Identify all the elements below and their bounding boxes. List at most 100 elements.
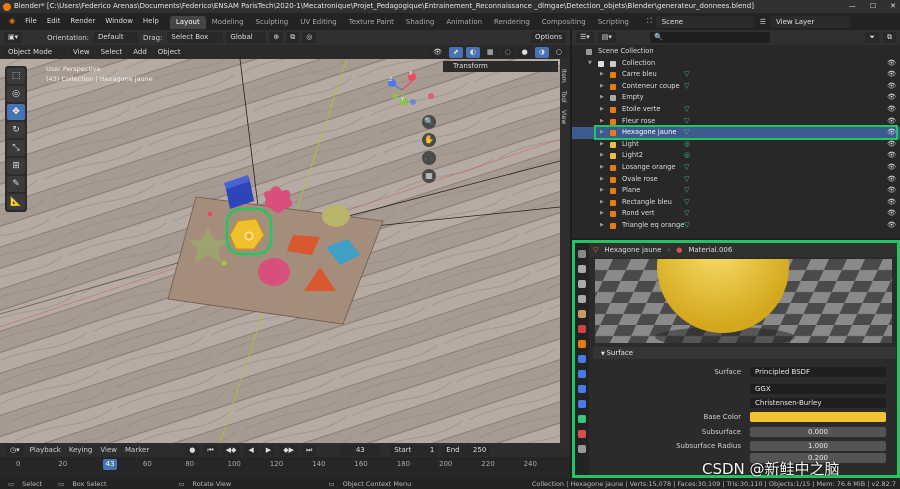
expand-arrow-icon[interactable]: ▶ (600, 208, 604, 220)
playback-menu[interactable]: Playback (28, 446, 63, 454)
visibility-icon[interactable]: 👁 (429, 46, 446, 58)
scale-tool-icon[interactable]: ⤡ (7, 140, 25, 156)
tool-props-icon[interactable] (578, 250, 586, 258)
tab-modeling[interactable]: Modeling (206, 16, 250, 29)
visibility-eye-icon[interactable]: 👁 (887, 220, 896, 232)
object-data-icon[interactable]: ▽ (684, 69, 689, 81)
output-props-icon[interactable] (578, 280, 586, 288)
menu-window[interactable]: Window (100, 13, 138, 30)
expand-arrow-icon[interactable]: ▶ (600, 69, 604, 81)
frame-start-field[interactable]: Start 1 (390, 444, 439, 456)
pan-hand-icon[interactable]: ✋ (422, 133, 436, 147)
object-props-icon[interactable] (578, 340, 586, 348)
outliner-row[interactable]: ▶ Losange orange ▽ 👁 (572, 162, 900, 174)
scene-icon[interactable]: ⛶ (647, 17, 652, 26)
prev-key-icon[interactable]: ◀◆ (221, 444, 241, 456)
tab-item[interactable]: Item (560, 65, 567, 87)
outliner-row[interactable]: ▶ Plane ▽ 👁 (572, 185, 900, 197)
visibility-eye-icon[interactable]: 👁 (887, 92, 896, 104)
play-reverse-icon[interactable]: ◀ (244, 444, 258, 456)
expand-arrow-icon[interactable]: ▶ (600, 174, 604, 186)
tab-shading[interactable]: Shading (400, 16, 440, 29)
timeline-view-menu[interactable]: View (98, 446, 119, 454)
property-field[interactable]: 1.000 (750, 441, 886, 451)
outliner-row-scene-collection[interactable]: Scene Collection (572, 46, 900, 58)
texture-props-icon[interactable] (578, 445, 586, 453)
tab-animation[interactable]: Animation (440, 16, 488, 29)
cursor-tool-icon[interactable]: ◎ (7, 86, 25, 102)
maximize-button[interactable]: ☐ (870, 0, 876, 13)
jump-start-icon[interactable]: ⏮ (203, 444, 218, 456)
data-props-icon[interactable] (578, 415, 586, 423)
move-tool-icon[interactable]: ✥ (7, 104, 25, 120)
annotate-tool-icon[interactable]: ✎ (7, 176, 25, 192)
property-field[interactable]: 0.000 (750, 427, 886, 437)
object-data-icon[interactable]: ▽ (684, 81, 689, 93)
visibility-eye-icon[interactable]: 👁 (887, 58, 896, 70)
visibility-eye-icon[interactable]: 👁 (887, 208, 896, 220)
tab-uv-editing[interactable]: UV Editing (294, 16, 343, 29)
expand-arrow-icon[interactable]: ▶ (600, 139, 604, 151)
base-color-swatch[interactable] (750, 412, 886, 422)
expand-arrow-icon[interactable]: ▶ (600, 92, 604, 104)
property-field[interactable]: GGX (750, 384, 886, 394)
menu-help[interactable]: Help (138, 13, 164, 30)
visibility-eye-icon[interactable]: 👁 (887, 150, 896, 162)
material-name-label[interactable]: Material.006 (688, 246, 732, 254)
outliner-row[interactable]: ▶ Rond vert ▽ 👁 (572, 208, 900, 220)
shading-rendered-icon[interactable]: ○ (551, 46, 566, 58)
visibility-eye-icon[interactable]: 👁 (887, 162, 896, 174)
modifier-props-icon[interactable] (578, 355, 586, 363)
tab-view[interactable]: View (560, 106, 567, 128)
expand-arrow-icon[interactable]: ▶ (600, 185, 604, 197)
menu-file[interactable]: File (20, 13, 42, 30)
outliner-editor-type-icon[interactable]: ☰▾ (576, 32, 594, 43)
shading-solid-icon[interactable]: ● (517, 46, 532, 58)
expand-arrow-icon[interactable]: ▶ (600, 220, 604, 232)
view-layer-props-icon[interactable] (578, 295, 586, 303)
marker-menu[interactable]: Marker (123, 446, 151, 454)
particles-props-icon[interactable] (578, 370, 586, 378)
next-key-icon[interactable]: ◆▶ (279, 444, 298, 456)
outliner-row[interactable]: ▶ Ovale rose ▽ 👁 (572, 174, 900, 186)
outliner-row[interactable]: ▶ Light ◎ 👁 (572, 139, 900, 151)
mode-dropdown[interactable]: Object Mode (4, 46, 66, 58)
proportional-edit-icon[interactable]: ◎ (302, 32, 317, 43)
outliner-search-input[interactable]: 🔍 (649, 32, 770, 43)
world-props-icon[interactable] (578, 325, 586, 333)
measure-tool-icon[interactable]: 📐 (7, 194, 25, 210)
tab-texture-paint[interactable]: Texture Paint (343, 16, 400, 29)
object-data-icon[interactable]: ▽ (684, 197, 689, 209)
object-data-icon[interactable]: ▽ (684, 174, 689, 186)
current-frame-field[interactable]: 43 (340, 444, 381, 456)
menu-render[interactable]: Render (65, 13, 100, 30)
tab-compositing[interactable]: Compositing (536, 16, 592, 29)
rotate-tool-icon[interactable]: ↻ (7, 122, 25, 138)
editor-type-button[interactable]: ▣▾ (4, 32, 23, 43)
object-data-icon[interactable]: ▽ (684, 208, 689, 220)
menu-edit[interactable]: Edit (42, 13, 66, 30)
blender-menu-icon[interactable]: ◉ (4, 13, 20, 30)
tab-sculpting[interactable]: Sculpting (250, 16, 295, 29)
orientation-dropdown[interactable]: Default (94, 32, 139, 43)
timeline-editor-type-icon[interactable]: ◷▾ (6, 444, 24, 456)
outliner-row[interactable]: ▶ Rectangle bleu ▽ 👁 (572, 197, 900, 209)
playhead[interactable]: 43 (103, 459, 117, 470)
outliner-row-collection[interactable]: ▼ Collection 👁 (572, 58, 900, 70)
keying-menu[interactable]: Keying (67, 446, 95, 454)
outliner-row[interactable]: ▶ Empty 👁 (572, 92, 900, 104)
camera-view-icon[interactable]: 🎥 (422, 151, 436, 165)
checkbox-icon[interactable] (598, 60, 604, 67)
transform-panel-header[interactable]: Transform (443, 61, 558, 72)
visibility-eye-icon[interactable]: 👁 (887, 185, 896, 197)
object-data-icon[interactable]: ▽ (684, 220, 689, 232)
perspective-toggle-icon[interactable]: ▦ (422, 169, 436, 183)
object-name-label[interactable]: Hexagone jaune (604, 246, 661, 254)
object-data-icon[interactable]: ◎ (684, 150, 690, 162)
new-collection-icon[interactable]: ⧉ (883, 32, 896, 43)
scene-selector[interactable]: Scene (655, 15, 754, 28)
object-data-icon[interactable]: ▽ (684, 162, 689, 174)
constraints-props-icon[interactable] (578, 400, 586, 408)
tab-rendering[interactable]: Rendering (488, 16, 536, 29)
expand-arrow-icon[interactable]: ▶ (600, 197, 604, 209)
